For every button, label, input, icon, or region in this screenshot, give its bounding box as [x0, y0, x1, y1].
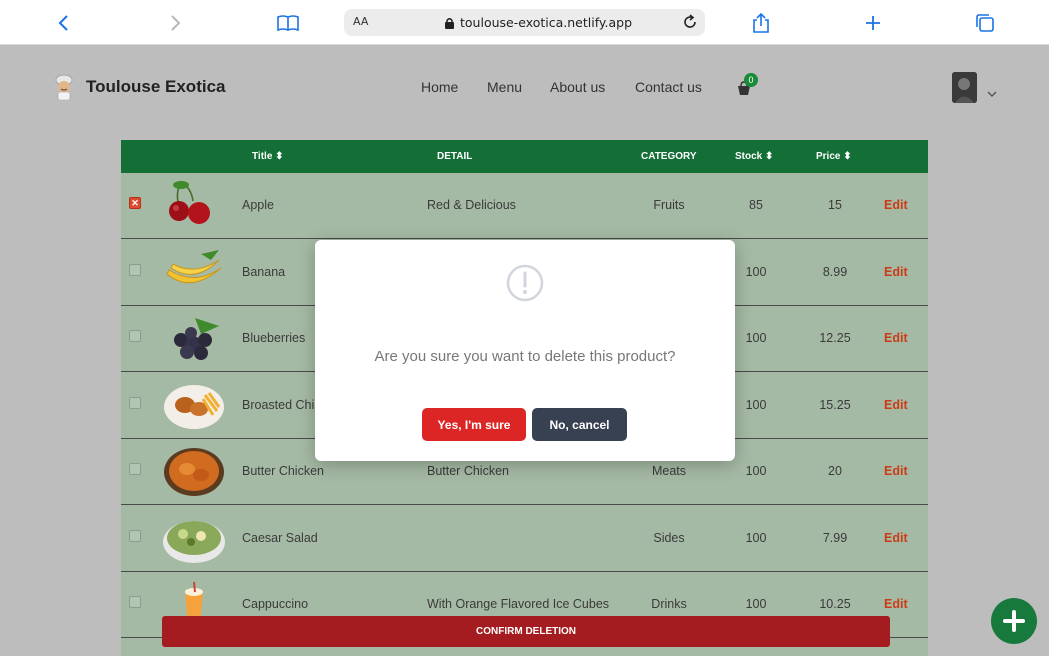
edit-link[interactable]: Edit: [884, 331, 908, 345]
banana-image: [161, 246, 227, 298]
product-price: 12.25: [819, 331, 851, 345]
forward-icon[interactable]: [162, 10, 188, 36]
product-price: 15.25: [819, 397, 851, 412]
row-checkbox-checked[interactable]: ✕: [129, 197, 141, 209]
product-price: 8.99: [822, 264, 848, 279]
product-title: Banana: [242, 264, 286, 279]
edit-link[interactable]: Edit: [884, 464, 908, 478]
column-title[interactable]: Title ⬍: [252, 151, 284, 162]
product-stock: 100: [745, 397, 767, 412]
exclamation-circle-icon: [505, 263, 545, 307]
product-category: Sides: [653, 530, 685, 545]
salad-image: [161, 512, 227, 564]
product-category: Fruits: [653, 198, 685, 212]
product-category: Meats: [651, 464, 687, 478]
back-icon[interactable]: [51, 10, 77, 36]
row-checkbox[interactable]: [129, 596, 141, 608]
butter-chicken-image: [161, 445, 227, 497]
chef-logo-icon[interactable]: [52, 74, 76, 101]
product-title: Apple: [242, 198, 274, 212]
row-checkbox[interactable]: [129, 529, 141, 542]
blueberries-image: [161, 312, 227, 364]
product-title: Butter Chicken: [242, 464, 324, 478]
product-detail: With Orange Flavored Ice Cubes: [427, 597, 610, 611]
book-icon[interactable]: [275, 10, 301, 36]
cherries-image: [161, 179, 227, 231]
row-checkbox[interactable]: [129, 263, 141, 276]
avatar[interactable]: [952, 72, 977, 103]
column-price[interactable]: Price ⬍: [816, 151, 852, 162]
edit-link[interactable]: Edit: [884, 531, 908, 545]
plus-icon: [1003, 610, 1025, 632]
reload-icon[interactable]: [681, 13, 699, 35]
product-stock: 100: [745, 597, 767, 611]
nav-about-us[interactable]: About us: [550, 79, 605, 95]
row-checkbox[interactable]: [129, 463, 141, 475]
edit-link[interactable]: Edit: [884, 265, 908, 279]
product-detail: Red & Delicious: [427, 198, 516, 212]
product-title: Cappuccino: [242, 597, 309, 611]
share-icon[interactable]: [748, 10, 774, 36]
product-stock: 100: [745, 464, 767, 478]
brand-name[interactable]: Toulouse Exotica: [86, 77, 226, 97]
product-stock: 100: [745, 264, 767, 279]
address-bar[interactable]: AA toulouse-exotica.netlify.app: [344, 9, 705, 36]
product-stock: 100: [745, 530, 767, 545]
column-detail: DETAIL: [437, 151, 473, 162]
product-title: Broasted Chi: [242, 397, 315, 412]
nav-menu[interactable]: Menu: [487, 79, 522, 95]
table-header: Title ⬍ DETAIL CATEGORY Stock ⬍ Price ⬍: [121, 140, 928, 173]
dialog-message: Are you sure you want to delete this pro…: [374, 348, 676, 365]
column-stock[interactable]: Stock ⬍: [735, 151, 773, 162]
product-price: 15: [828, 198, 842, 212]
site-header: Toulouse Exotica Home Menu About us Cont…: [0, 46, 1049, 131]
row-checkbox[interactable]: [129, 330, 141, 342]
product-price: 10.25: [819, 597, 851, 611]
nav-home[interactable]: Home: [421, 79, 458, 95]
delete-confirm-dialog: Are you sure you want to delete this pro…: [315, 240, 735, 461]
product-price: 7.99: [822, 530, 848, 545]
edit-link[interactable]: Edit: [884, 198, 908, 212]
new-tab-icon[interactable]: [860, 10, 886, 36]
row-checkbox[interactable]: [129, 396, 141, 409]
confirm-deletion-button[interactable]: CONFIRM DELETION: [162, 616, 890, 647]
add-product-button[interactable]: [991, 598, 1037, 644]
product-title: Blueberries: [242, 331, 306, 345]
cancel-button[interactable]: No, cancel: [532, 408, 627, 441]
lock-icon: [444, 15, 455, 34]
url-text: toulouse-exotica.netlify.app: [460, 15, 632, 30]
edit-link[interactable]: Edit: [884, 398, 908, 412]
product-stock: 85: [749, 198, 763, 212]
browser-toolbar: AA toulouse-exotica.netlify.app: [0, 0, 1049, 45]
fried-chicken-image: [161, 379, 227, 431]
tabs-icon[interactable]: [972, 10, 998, 36]
table-row: ✕ Apple Red & Delicious Fruits 85 15 Edit: [121, 173, 928, 239]
nav-contact-us[interactable]: Contact us: [635, 79, 702, 95]
edit-link[interactable]: Edit: [884, 597, 908, 611]
product-price: 20: [828, 464, 842, 478]
column-category: CATEGORY: [641, 151, 697, 162]
product-category: Drinks: [651, 597, 687, 611]
cart-count-badge: 0: [744, 73, 758, 87]
text-size-button[interactable]: AA: [353, 15, 368, 28]
chevron-down-icon[interactable]: [987, 83, 997, 102]
product-detail: Butter Chicken: [427, 464, 509, 478]
table-row: Caesar Salad Sides 100 7.99 Edit: [121, 505, 928, 572]
confirm-yes-button[interactable]: Yes, I'm sure: [422, 408, 526, 441]
product-title: Caesar Salad: [242, 530, 318, 545]
product-stock: 100: [745, 331, 767, 345]
